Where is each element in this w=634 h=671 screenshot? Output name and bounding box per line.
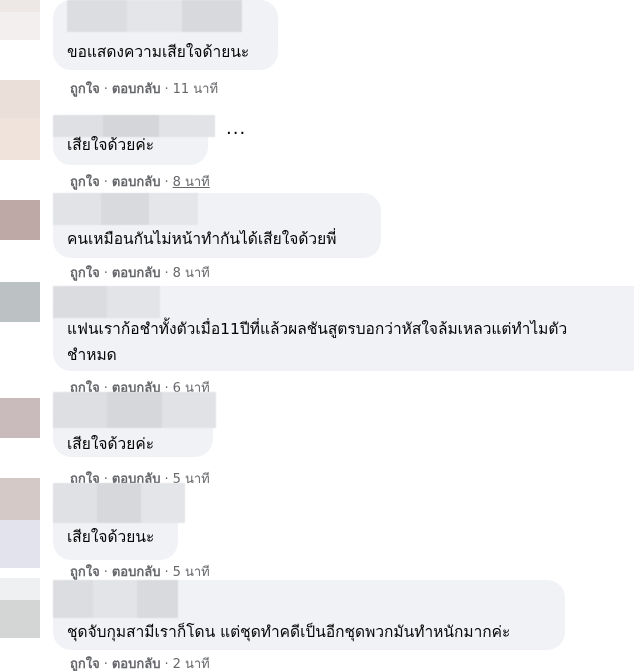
like-link[interactable]: ถูกใจ — [70, 82, 100, 97]
timestamp-link[interactable]: 8 นาที — [173, 266, 210, 281]
like-link[interactable]: ถูกใจ — [70, 266, 100, 281]
separator: · — [164, 657, 169, 671]
reply-link[interactable]: ตอบกลับ — [112, 175, 161, 190]
comment-bubble: เสียใจด้วยค่ะ — [53, 392, 216, 457]
comment-actions: ถูกใจ · ตอบกลับ · 8 นาที — [70, 171, 210, 192]
separator: · — [103, 657, 108, 671]
avatar[interactable] — [0, 0, 40, 40]
reply-link[interactable]: ตอบกลับ — [112, 657, 161, 671]
comment-bubble: เสียใจด้วยค่ะ — [53, 115, 215, 165]
avatar[interactable] — [0, 478, 40, 568]
comment-thread: ขอแสดงความเสียใจด้ายนะ ถูกใจ · ตอบกลับ · 11 … — [0, 0, 634, 671]
timestamp-link[interactable]: 2 นาที — [173, 657, 210, 671]
commenter-name-redacted[interactable] — [53, 193, 198, 225]
comment-text: แฟนเราก้อชำทั้งตัวเมื่อ11ปีที่แล้วผลชันส… — [67, 320, 568, 338]
comment-text: เสียใจด้วยค่ะ — [67, 435, 155, 453]
commenter-name-redacted[interactable] — [67, 0, 242, 32]
reply-link[interactable]: ตอบกลับ — [112, 82, 161, 97]
avatar[interactable] — [0, 200, 40, 240]
separator: · — [103, 82, 108, 97]
separator: · — [103, 266, 108, 281]
separator: · — [164, 175, 169, 190]
avatar[interactable] — [0, 80, 40, 160]
comment-actions: ถูกใจ · ตอบกลับ · 8 นาที — [70, 262, 210, 283]
comment-text-line-2: ชำหมด — [67, 346, 117, 364]
separator: · — [103, 175, 108, 190]
more-options-icon[interactable]: ... — [226, 118, 246, 139]
comment-text: คนเหมือนกันไม่หน้าทำกันได้เสียใจด้วยพี่ — [67, 230, 337, 248]
reply-link[interactable]: ตอบกลับ — [112, 266, 161, 281]
commenter-name-redacted[interactable] — [53, 483, 185, 523]
separator: · — [164, 82, 169, 97]
comment-text: ขอแสดงความเสียใจด้ายนะ — [67, 43, 250, 61]
separator: · — [164, 565, 169, 580]
timestamp-link[interactable]: 11 นาที — [173, 82, 218, 97]
comment-text: เสียใจด้วยนะ — [67, 528, 155, 546]
comment-bubble: ขอแสดงความเสียใจด้ายนะ — [53, 0, 278, 70]
comment-bubble: ชุดจับกุมสามีเราก็โดน แต่ชุดทำคดีเป็นอีก… — [53, 580, 565, 650]
comment-bubble: คนเหมือนกันไม่หน้าทำกันได้เสียใจด้วยพี่ — [53, 193, 381, 258]
comment-bubble: เสียใจด้วยนะ — [53, 483, 185, 560]
timestamp-link[interactable]: 5 นาที — [173, 565, 210, 580]
separator: · — [103, 565, 108, 580]
avatar[interactable] — [0, 282, 40, 322]
like-link[interactable]: ถูกใจ — [70, 657, 100, 671]
commenter-name-redacted[interactable] — [53, 580, 178, 618]
timestamp-link[interactable]: 8 นาที — [173, 175, 210, 190]
avatar[interactable] — [0, 398, 40, 438]
like-link[interactable]: ถูกใจ — [70, 565, 100, 580]
comment-actions: ถูกใจ · ตอบกลับ · 2 นาที — [70, 653, 210, 671]
comment-bubble: แฟนเราก้อชำทั้งตัวเมื่อ11ปีที่แล้วผลชันส… — [53, 286, 634, 371]
comment-text: ชุดจับกุมสามีเราก็โดน แต่ชุดทำคดีเป็นอีก… — [67, 623, 511, 641]
like-link[interactable]: ถูกใจ — [70, 175, 100, 190]
comment-text: เสียใจด้วยค่ะ — [67, 136, 155, 154]
comment-actions: ถูกใจ · ตอบกลับ · 5 นาที — [70, 561, 210, 582]
commenter-name-redacted[interactable] — [53, 392, 216, 428]
avatar[interactable] — [0, 578, 40, 638]
comment-actions: ถูกใจ · ตอบกลับ · 11 นาที — [70, 78, 218, 99]
separator: · — [164, 266, 169, 281]
reply-link[interactable]: ตอบกลับ — [112, 565, 161, 580]
commenter-name-redacted[interactable] — [53, 286, 160, 318]
